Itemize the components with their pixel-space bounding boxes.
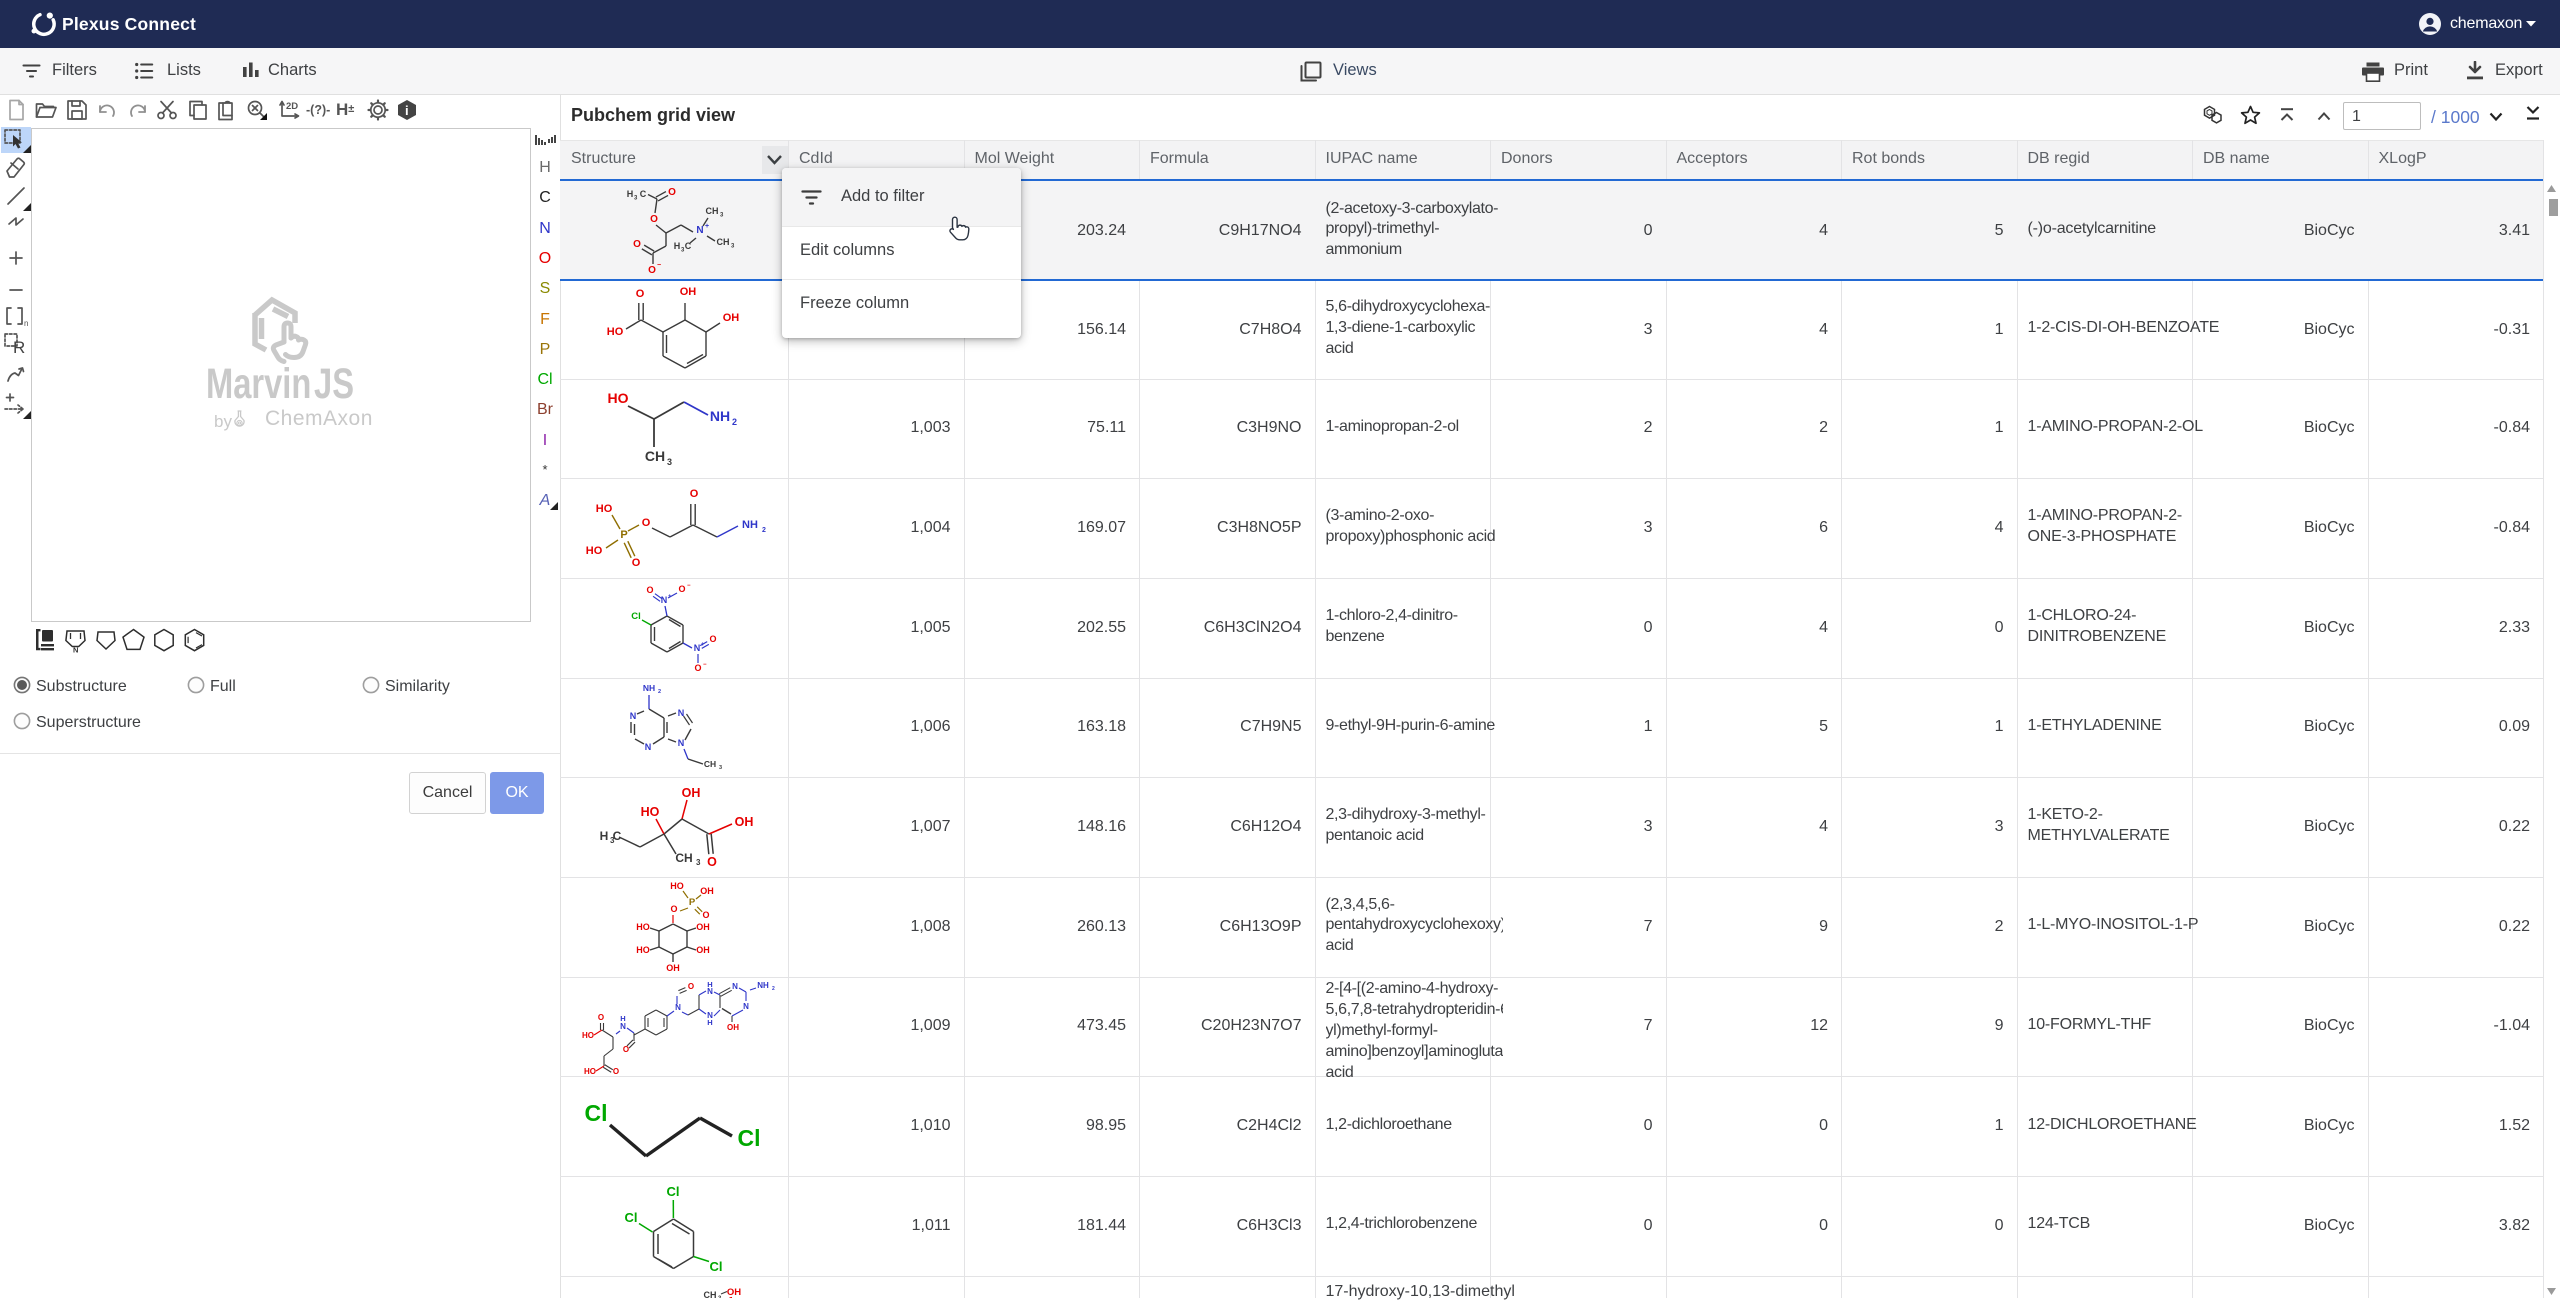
svg-text:3: 3 — [720, 212, 724, 218]
svg-text:O: O — [632, 557, 641, 569]
svg-text:HO: HO — [608, 390, 629, 406]
svg-text:HO: HO — [636, 922, 650, 932]
svg-text:R: R — [13, 338, 25, 357]
svg-text:CH: CH — [704, 759, 716, 769]
svg-text:OH: OH — [696, 945, 710, 955]
svg-text:OH: OH — [680, 286, 697, 298]
svg-text:N: N — [73, 646, 78, 655]
svg-text:N: N — [732, 982, 738, 991]
svg-text:N: N — [675, 1003, 681, 1012]
svg-text:Cl: Cl — [738, 1125, 761, 1151]
svg-text:O: O — [598, 1013, 604, 1022]
svg-text:Cl: Cl — [710, 1259, 723, 1274]
svg-text:OH: OH — [727, 1287, 741, 1298]
svg-text:P: P — [620, 529, 627, 541]
svg-text:−: − — [657, 262, 661, 269]
svg-text:HO: HO — [596, 503, 613, 515]
svg-text:H: H — [707, 1018, 712, 1027]
svg-text:NH: NH — [757, 981, 769, 990]
svg-text:O: O — [633, 239, 641, 250]
svg-text:H: H — [600, 829, 609, 843]
svg-text:NH: NH — [710, 408, 730, 424]
svg-text:Cl: Cl — [631, 611, 641, 622]
svg-text:OH: OH — [723, 312, 740, 324]
svg-text:O: O — [668, 187, 676, 198]
svg-text:OH: OH — [727, 1023, 739, 1032]
svg-text:P: P — [689, 897, 696, 908]
svg-text:NH: NH — [643, 683, 655, 693]
svg-text:O: O — [690, 488, 699, 500]
svg-text:C: C — [640, 189, 647, 199]
svg-text:CH: CH — [704, 1290, 717, 1298]
svg-text:NH: NH — [742, 519, 758, 531]
svg-text:N: N — [678, 738, 685, 748]
svg-text:+: + — [705, 223, 709, 230]
svg-text:N: N — [661, 595, 668, 605]
svg-text:HO: HO — [641, 805, 660, 819]
svg-text:O: O — [670, 904, 677, 914]
svg-text:N: N — [620, 1022, 626, 1031]
svg-text:3: 3 — [718, 1296, 722, 1298]
svg-text:HO: HO — [607, 326, 624, 338]
svg-text:O: O — [678, 584, 685, 594]
svg-text:3: 3 — [634, 195, 638, 201]
svg-text:O: O — [707, 855, 717, 869]
svg-text:N: N — [707, 987, 713, 996]
svg-text:OH: OH — [735, 815, 754, 829]
svg-text:2: 2 — [658, 689, 661, 695]
svg-text:O: O — [709, 634, 716, 644]
svg-text:3: 3 — [696, 858, 701, 867]
svg-text:i: i — [405, 103, 409, 118]
svg-text:CH: CH — [675, 851, 692, 865]
svg-text:N: N — [694, 643, 701, 653]
svg-text:O: O — [636, 288, 645, 300]
svg-text:3: 3 — [731, 243, 735, 249]
svg-text:C: C — [685, 241, 692, 251]
svg-text:O: O — [688, 982, 694, 991]
svg-text:H: H — [674, 241, 681, 251]
svg-text:HO: HO — [586, 545, 603, 557]
svg-text:O: O — [650, 214, 658, 225]
svg-text:HO: HO — [636, 945, 650, 955]
svg-text:O: O — [648, 265, 656, 276]
svg-text:Cl: Cl — [625, 1210, 638, 1225]
svg-text:HO: HO — [670, 881, 684, 891]
svg-text:Cl: Cl — [585, 1100, 608, 1126]
svg-text:n: n — [24, 319, 28, 328]
svg-text:2: 2 — [762, 527, 766, 534]
svg-text:N: N — [743, 1002, 749, 1011]
svg-text:2: 2 — [732, 417, 737, 427]
svg-text:2D: 2D — [286, 101, 298, 112]
svg-text:O: O — [694, 663, 701, 673]
svg-text:−: − — [687, 583, 691, 589]
svg-text:CH: CH — [645, 448, 665, 464]
svg-text:C: C — [613, 829, 622, 843]
svg-text:Cl: Cl — [667, 1184, 680, 1199]
svg-text:3: 3 — [667, 457, 672, 467]
svg-text:O: O — [613, 1067, 619, 1076]
svg-text:O: O — [642, 517, 651, 529]
svg-text:N: N — [696, 225, 703, 236]
svg-text:HO: HO — [584, 1067, 596, 1076]
svg-text:OH: OH — [696, 922, 710, 932]
svg-text:N: N — [630, 711, 637, 721]
svg-text:2: 2 — [772, 986, 775, 992]
svg-text:O: O — [702, 910, 709, 920]
svg-text:O: O — [646, 585, 653, 595]
svg-text:OH: OH — [682, 786, 701, 800]
svg-text:OH: OH — [700, 886, 714, 896]
svg-text:N: N — [645, 742, 652, 752]
svg-text:CH: CH — [717, 237, 730, 247]
svg-text:OH: OH — [666, 963, 680, 973]
svg-text:−: − — [703, 662, 707, 668]
svg-text:H: H — [627, 189, 634, 199]
svg-text:CH: CH — [706, 206, 719, 216]
svg-text:3: 3 — [719, 765, 722, 771]
svg-text:HO: HO — [582, 1031, 594, 1040]
svg-text:O: O — [623, 1045, 629, 1054]
